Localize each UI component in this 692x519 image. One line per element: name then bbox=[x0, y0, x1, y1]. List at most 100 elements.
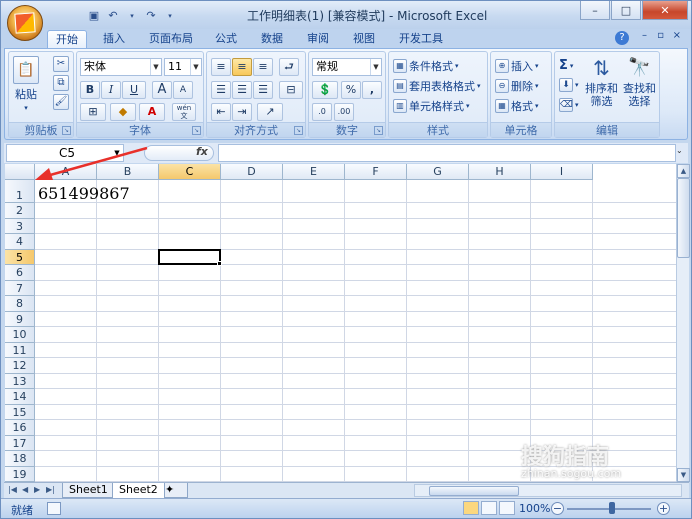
align-bottom-button[interactable]: ≡ bbox=[253, 58, 273, 76]
sort-filter-button[interactable]: ⇅ 排序和 筛选 bbox=[585, 56, 618, 108]
scroll-up-icon[interactable]: ▲ bbox=[677, 164, 690, 178]
sheet-tab-sheet1[interactable]: Sheet1 bbox=[62, 483, 115, 498]
autosum-button[interactable]: Σ ▾ bbox=[559, 58, 573, 73]
row-header-10[interactable]: 10 bbox=[5, 327, 35, 343]
formula-input[interactable] bbox=[218, 144, 676, 162]
clear-button[interactable]: ⌫ ▾ bbox=[559, 98, 579, 112]
row-header-9[interactable]: 9 bbox=[5, 311, 35, 327]
tab-formulas[interactable]: 公式 bbox=[207, 30, 245, 48]
cell-a1[interactable]: 651499867 bbox=[38, 184, 130, 203]
row-header-13[interactable]: 13 bbox=[5, 373, 35, 389]
align-center-button[interactable]: ☰ bbox=[232, 81, 252, 99]
row-header-4[interactable]: 4 bbox=[5, 234, 35, 250]
cell-styles-button[interactable]: ▥ 单元格样式 ▾ bbox=[393, 98, 470, 114]
minimize-button[interactable]: – bbox=[580, 1, 610, 20]
vertical-scroll-thumb[interactable] bbox=[677, 178, 690, 258]
bold-button[interactable]: B bbox=[80, 81, 100, 99]
insert-sheet-icon[interactable]: ✦ bbox=[164, 483, 188, 498]
font-color-button[interactable]: A bbox=[139, 103, 165, 121]
align-right-button[interactable]: ☰ bbox=[253, 81, 273, 99]
column-header-g[interactable]: G bbox=[407, 164, 469, 180]
increase-decimal-button[interactable]: .0 bbox=[312, 103, 332, 121]
save-icon[interactable]: ▣ bbox=[86, 8, 102, 24]
macro-record-icon[interactable] bbox=[47, 502, 61, 515]
row-header-7[interactable]: 7 bbox=[5, 280, 35, 296]
row-header-14[interactable]: 14 bbox=[5, 389, 35, 405]
row-header-6[interactable]: 6 bbox=[5, 265, 35, 281]
sheet-tab-sheet2[interactable]: Sheet2 bbox=[112, 483, 165, 499]
insert-function-icon[interactable]: fx bbox=[196, 145, 208, 158]
ribbon-close-icon[interactable]: × bbox=[673, 30, 681, 41]
zoom-out-icon[interactable]: − bbox=[551, 502, 564, 515]
redo-icon[interactable]: ↷ bbox=[143, 8, 159, 24]
clipboard-launcher-icon[interactable]: ↘ bbox=[62, 126, 71, 135]
font-launcher-icon[interactable]: ↘ bbox=[192, 126, 201, 135]
grow-font-button[interactable]: A bbox=[152, 81, 172, 99]
tab-view[interactable]: 视图 bbox=[345, 30, 383, 48]
format-as-table-button[interactable]: ▤ 套用表格格式 ▾ bbox=[393, 78, 481, 94]
last-sheet-icon[interactable]: ▶| bbox=[46, 485, 55, 494]
maximize-button[interactable]: □ bbox=[611, 1, 641, 20]
currency-button[interactable]: 💲 bbox=[312, 81, 338, 99]
zoom-level[interactable]: 100% bbox=[519, 502, 550, 515]
worksheet-grid[interactable]: ABCDEFGHI 12345678910111213141516171819 … bbox=[5, 164, 676, 482]
column-header-i[interactable]: I bbox=[531, 164, 593, 180]
column-header-h[interactable]: H bbox=[469, 164, 531, 180]
column-header-c[interactable]: C bbox=[159, 164, 221, 180]
decrease-decimal-button[interactable]: .00 bbox=[334, 103, 354, 121]
zoom-in-icon[interactable]: + bbox=[657, 502, 670, 515]
font-size-combo[interactable]: 11 ▼ bbox=[164, 58, 202, 76]
scroll-down-icon[interactable]: ▼ bbox=[677, 468, 690, 482]
tab-home[interactable]: 开始 bbox=[47, 30, 87, 48]
next-sheet-icon[interactable]: ▶ bbox=[34, 485, 40, 494]
ribbon-minimize-icon[interactable]: – bbox=[642, 30, 647, 41]
page-layout-view-icon[interactable] bbox=[481, 501, 497, 515]
font-size-dropdown-icon[interactable]: ▼ bbox=[190, 59, 201, 75]
column-header-e[interactable]: E bbox=[283, 164, 345, 180]
tab-data[interactable]: 数据 bbox=[253, 30, 291, 48]
format-painter-icon[interactable]: 🖌 bbox=[53, 94, 69, 110]
shrink-font-button[interactable]: A bbox=[173, 81, 193, 99]
delete-cells-button[interactable]: ⊖ 删除 ▾ bbox=[495, 78, 539, 94]
row-header-12[interactable]: 12 bbox=[5, 358, 35, 374]
increase-indent-button[interactable]: ⇥ bbox=[232, 103, 252, 121]
prev-sheet-icon[interactable]: ◀ bbox=[22, 485, 28, 494]
help-icon[interactable]: ? bbox=[615, 31, 629, 45]
borders-button[interactable]: ⊞ bbox=[80, 103, 106, 121]
row-header-5[interactable]: 5 bbox=[5, 249, 35, 265]
undo-icon[interactable]: ↶ bbox=[105, 8, 121, 24]
selected-cell-c5[interactable] bbox=[158, 248, 221, 265]
row-header-19[interactable]: 19 bbox=[5, 466, 35, 482]
format-cells-button[interactable]: ▦ 格式 ▾ bbox=[495, 98, 539, 114]
italic-button[interactable]: I bbox=[101, 81, 121, 99]
qat-customize-icon[interactable]: ▾ bbox=[162, 8, 178, 24]
insert-cells-button[interactable]: ⊕ 插入 ▾ bbox=[495, 58, 539, 74]
align-left-button[interactable]: ☰ bbox=[211, 81, 231, 99]
row-header-3[interactable]: 3 bbox=[5, 218, 35, 234]
tab-insert[interactable]: 插入 bbox=[95, 30, 133, 48]
row-header-17[interactable]: 17 bbox=[5, 435, 35, 451]
find-select-button[interactable]: 🔭 查找和 选择 bbox=[623, 56, 656, 108]
font-name-combo[interactable]: 宋体 ▼ bbox=[80, 58, 162, 76]
column-header-d[interactable]: D bbox=[221, 164, 283, 180]
phonetic-button[interactable]: wén 文 bbox=[172, 103, 196, 121]
fill-handle[interactable] bbox=[217, 261, 222, 266]
office-button[interactable] bbox=[7, 5, 43, 41]
percent-button[interactable]: % bbox=[341, 81, 361, 99]
copy-icon[interactable]: ⧉ bbox=[53, 75, 69, 91]
horizontal-scroll-thumb[interactable] bbox=[429, 486, 519, 496]
row-header-11[interactable]: 11 bbox=[5, 342, 35, 358]
close-button[interactable]: ✕ bbox=[642, 1, 688, 20]
align-top-button[interactable]: ≡ bbox=[211, 58, 231, 76]
align-middle-button[interactable]: ≡ bbox=[232, 58, 252, 76]
tab-developer[interactable]: 开发工具 bbox=[391, 30, 451, 48]
comma-button[interactable]: , bbox=[362, 81, 382, 99]
paste-button[interactable]: 📋 粘贴 ▾ bbox=[13, 56, 39, 112]
merge-center-button[interactable]: ⊟ bbox=[279, 81, 303, 99]
number-format-dropdown-icon[interactable]: ▼ bbox=[370, 59, 381, 75]
undo-dropdown-icon[interactable]: ▾ bbox=[124, 8, 140, 24]
fill-color-button[interactable]: ◆ bbox=[110, 103, 136, 121]
fill-button[interactable]: ⬇ ▾ bbox=[559, 78, 579, 92]
decrease-indent-button[interactable]: ⇤ bbox=[211, 103, 231, 121]
zoom-slider-thumb[interactable] bbox=[609, 502, 615, 514]
